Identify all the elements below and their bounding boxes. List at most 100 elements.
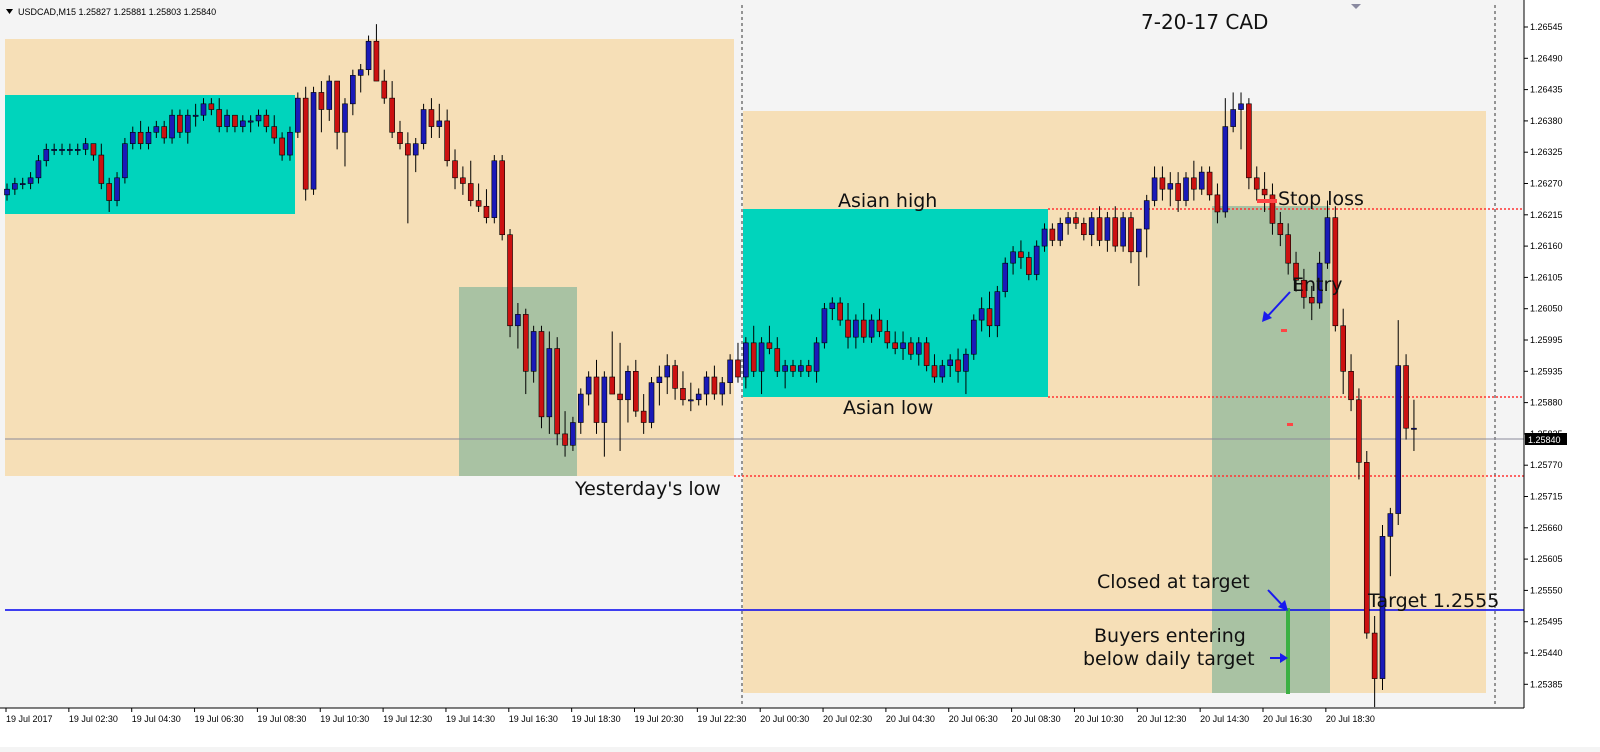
bull-candle[interactable] [240,120,246,127]
bull-candle[interactable] [1143,200,1150,230]
bull-candle[interactable] [648,382,655,423]
bear-candle[interactable] [892,342,898,349]
bull-candle[interactable] [813,342,820,372]
bull-candle[interactable] [1033,245,1040,275]
bear-candle[interactable] [428,109,435,127]
bull-candle[interactable] [821,308,828,344]
bull-candle[interactable] [1104,217,1111,241]
bull-candle[interactable] [224,114,230,127]
bear-candle[interactable] [271,126,278,139]
bear-candle[interactable] [1340,325,1346,372]
bull-candle[interactable] [200,103,207,116]
bull-candle[interactable] [719,382,726,395]
bear-candle[interactable] [680,388,686,401]
bear-candle[interactable] [986,308,993,327]
bull-candle[interactable] [491,160,498,218]
bear-candle[interactable] [302,97,309,190]
bull-candle[interactable] [829,302,836,310]
bull-candle[interactable] [1088,217,1095,236]
bull-candle[interactable] [287,131,293,156]
bear-candle[interactable] [1018,251,1024,258]
bull-candle[interactable] [1136,228,1142,253]
bear-candle[interactable] [735,359,741,378]
bull-candle[interactable] [342,103,348,133]
bear-candle[interactable] [1371,632,1378,679]
bear-candle[interactable] [475,200,482,207]
bear-candle[interactable] [98,154,105,184]
bull-candle[interactable] [994,291,1001,327]
price-scale[interactable] [1524,0,1600,708]
bull-candle[interactable] [798,365,804,372]
bear-candle[interactable] [90,143,97,156]
bull-candle[interactable] [758,342,765,372]
bear-candle[interactable] [562,433,568,446]
chart-window[interactable]: Asian high Asian low Stop loss Entry Yes… [0,0,1600,747]
bear-candle[interactable] [931,365,938,378]
bear-candle[interactable] [1214,194,1221,213]
bear-candle[interactable] [483,205,490,218]
bull-candle[interactable] [1002,262,1009,292]
bear-candle[interactable] [923,342,930,366]
bear-candle[interactable] [1277,223,1284,236]
bear-candle[interactable] [774,348,781,372]
bull-candle[interactable] [1057,223,1064,241]
bull-candle[interactable] [1065,217,1071,224]
bull-candle[interactable] [295,97,301,133]
bear-candle[interactable] [554,348,561,435]
bull-candle[interactable] [82,143,89,150]
bear-candle[interactable] [1096,217,1103,241]
bear-candle[interactable] [955,359,961,372]
bull-candle[interactable] [703,376,710,395]
bear-candle[interactable] [467,183,474,201]
bull-candle[interactable] [585,376,592,395]
bull-candle[interactable] [1387,513,1394,537]
bear-candle[interactable] [1332,217,1339,327]
bull-candle[interactable] [1198,171,1205,190]
bear-candle[interactable] [672,365,678,389]
bear-candle[interactable] [106,183,112,201]
bull-candle[interactable] [4,188,10,196]
bear-candle[interactable] [405,143,411,156]
bear-candle[interactable] [1081,223,1087,236]
bear-candle[interactable] [232,114,238,127]
bull-candle[interactable] [1230,109,1236,127]
bear-candle[interactable] [805,365,812,372]
bear-candle[interactable] [208,103,215,110]
bull-candle[interactable] [664,365,671,378]
bull-candle[interactable] [915,342,922,355]
bull-candle[interactable] [145,131,152,144]
bull-candle[interactable] [695,393,702,401]
bull-candle[interactable] [900,342,906,349]
bear-candle[interactable] [1356,399,1362,463]
bear-candle[interactable] [452,160,458,179]
bear-candle[interactable] [593,376,600,423]
bull-candle[interactable] [326,80,333,110]
bull-candle[interactable] [350,75,356,105]
bull-candle[interactable] [436,120,443,127]
bull-candle[interactable] [1411,427,1417,430]
bear-candle[interactable] [837,302,843,321]
bull-candle[interactable] [27,177,34,184]
bull-candle[interactable] [1041,228,1048,247]
bear-candle[interactable] [1128,217,1134,253]
bull-candle[interactable] [365,40,372,70]
bear-candle[interactable] [1253,177,1260,190]
bear-candle[interactable] [876,319,883,332]
bear-candle[interactable] [507,234,513,327]
bear-candle[interactable] [444,120,450,162]
bull-candle[interactable] [688,399,694,402]
bull-candle[interactable] [169,114,175,139]
bull-candle[interactable] [1120,217,1126,247]
bull-candle[interactable] [1238,103,1244,110]
bear-candle[interactable] [538,331,545,418]
bull-candle[interactable] [114,177,120,201]
bull-candle[interactable] [939,365,946,378]
bull-candle[interactable] [530,331,537,372]
bull-candle[interactable] [35,160,42,179]
bull-candle[interactable] [947,359,954,366]
bull-candle[interactable] [122,143,128,179]
bull-candle[interactable] [67,149,73,151]
bull-candle[interactable] [1167,183,1174,190]
bear-candle[interactable] [617,393,623,401]
bull-candle[interactable] [357,69,364,76]
